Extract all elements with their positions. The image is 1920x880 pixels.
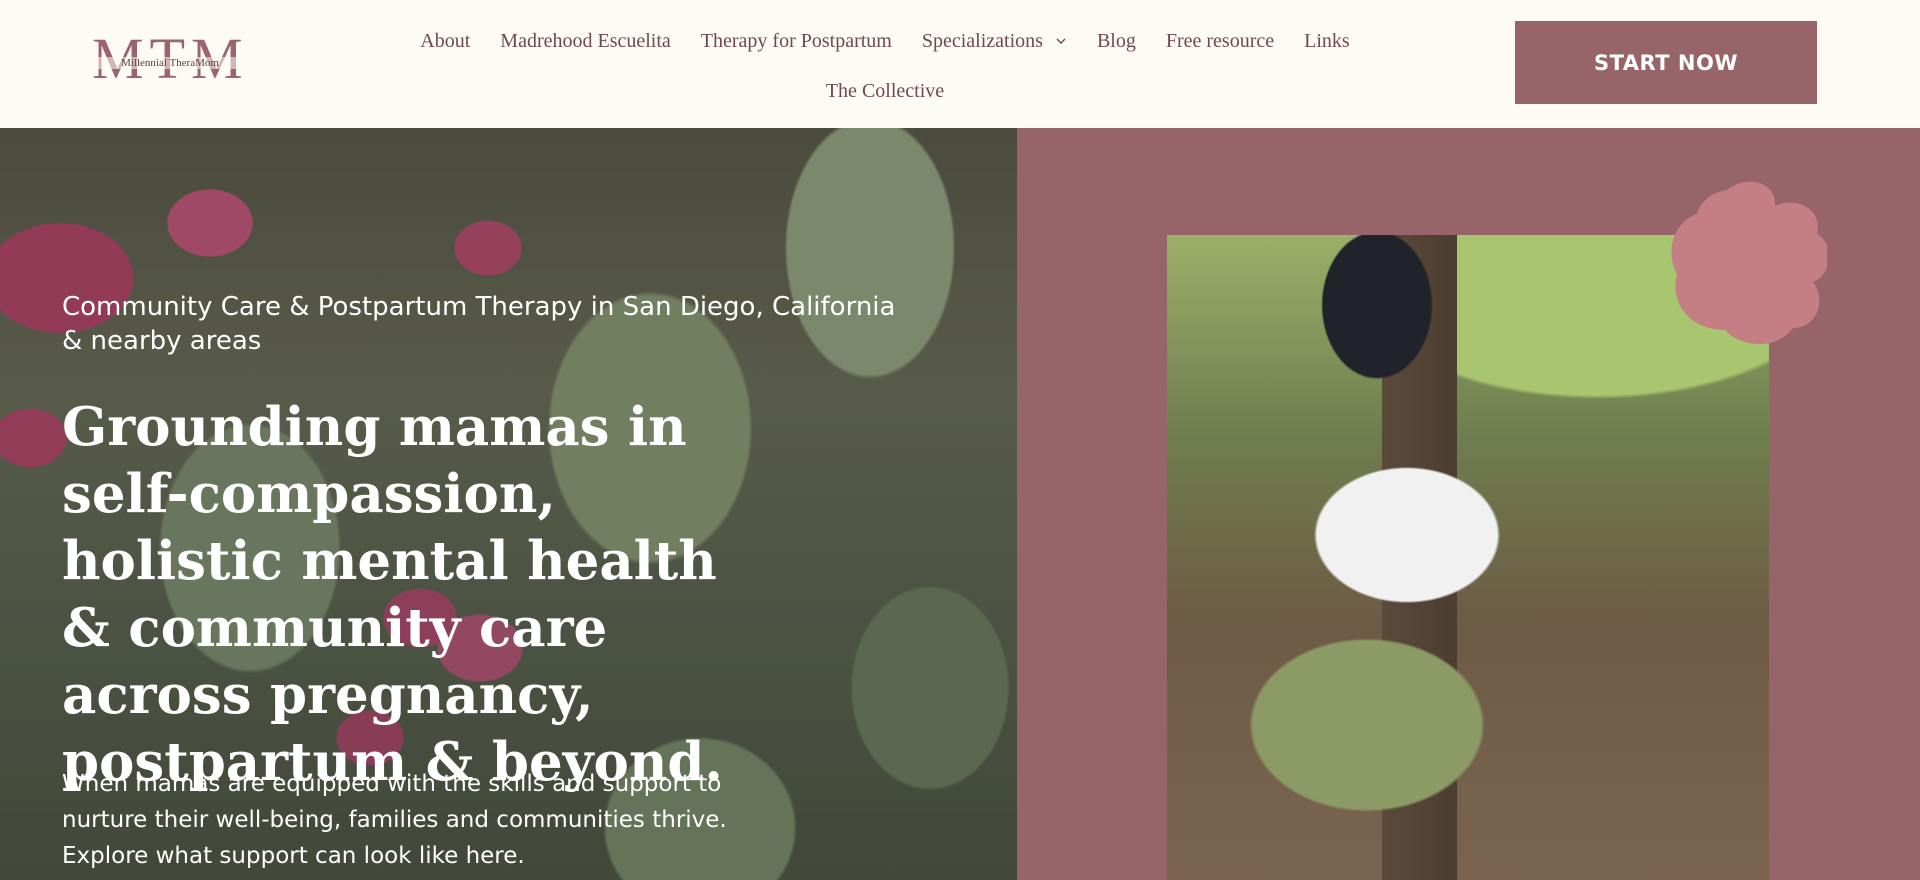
hero-photo-panel — [1017, 128, 1920, 880]
nav-item-free-resource[interactable]: Free resource — [1166, 30, 1274, 52]
nav-item-specializations-label: Specializations — [921, 30, 1043, 52]
hero-subcopy: When mamas are equipped with the skills … — [62, 771, 727, 869]
chevron-down-icon — [1056, 38, 1066, 44]
nav-item-specializations[interactable]: Specializations — [922, 30, 1067, 52]
nav-item-links[interactable]: Links — [1304, 30, 1350, 52]
nav-item-therapy-for-postpartum[interactable]: Therapy for Postpartum — [701, 30, 892, 52]
site-logo[interactable]: MTM Millennial TheraMom — [92, 30, 248, 90]
hero-headline: Grounding mamas in self-compassion, holi… — [62, 396, 723, 793]
site-header: MTM Millennial TheraMom About Madrehood … — [0, 0, 1920, 128]
nav-item-madrehood-escuelita[interactable]: Madrehood Escuelita — [500, 30, 671, 52]
nav-item-the-collective[interactable]: The Collective — [826, 80, 944, 102]
decorative-blob-icon — [1671, 181, 1827, 344]
page: MTM Millennial TheraMom About Madrehood … — [0, 0, 1920, 880]
nav-item-blog[interactable]: Blog — [1097, 30, 1136, 52]
start-now-button[interactable]: START NOW — [1515, 21, 1817, 104]
main-nav: About Madrehood Escuelita Therapy for Po… — [360, 30, 1410, 102]
logo-tagline: Millennial TheraMom — [92, 57, 248, 69]
nav-item-about[interactable]: About — [420, 30, 470, 52]
hero-eyebrow: Community Care & Postpartum Therapy in S… — [62, 292, 896, 356]
hero-cactus-photo: Community Care & Postpartum Therapy in S… — [0, 128, 1017, 880]
